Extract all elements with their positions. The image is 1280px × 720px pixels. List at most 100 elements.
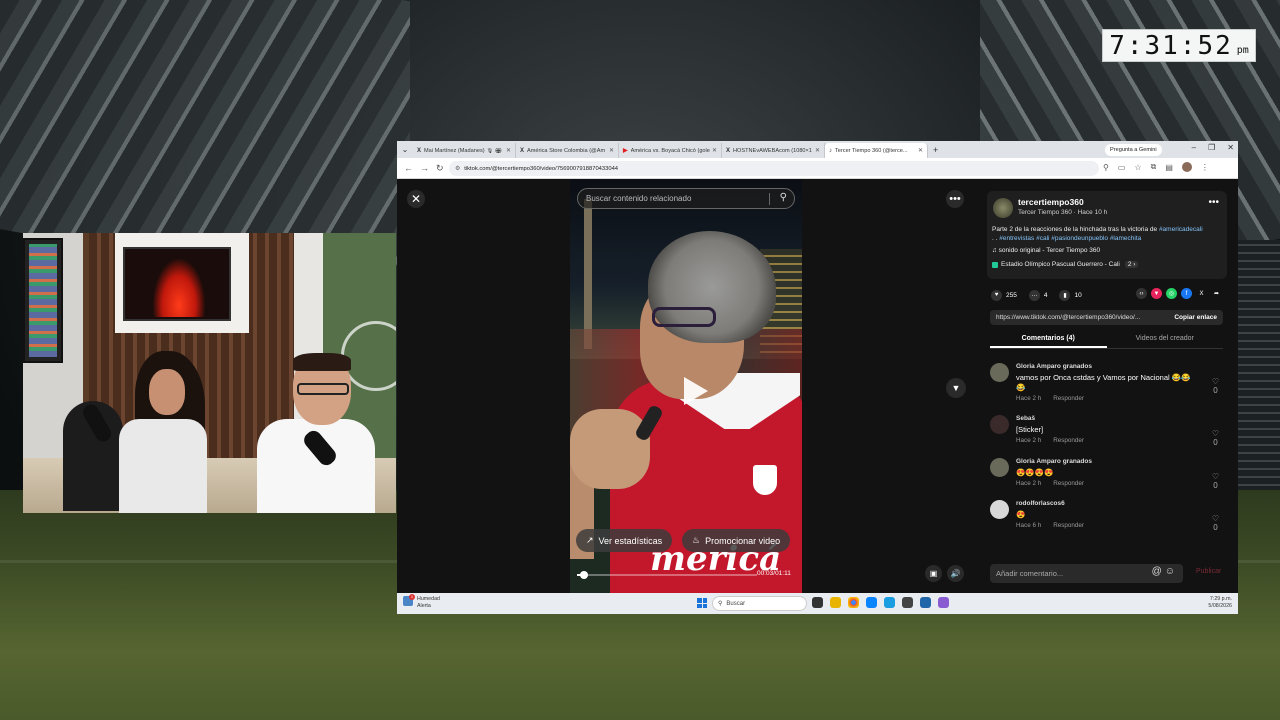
search-input[interactable]: Buscar contenido relacionado ⚲	[577, 188, 795, 209]
hashtags[interactable]: #entrevistas #cali #pasiondeunpueblo #la…	[999, 235, 1141, 242]
back-icon[interactable]: ←	[404, 163, 413, 173]
side-panel: tercertiempo360 Tercer Tiempo 360 · Hace…	[985, 179, 1238, 593]
author-avatar[interactable]	[993, 198, 1013, 218]
new-tab-button[interactable]: +	[933, 145, 938, 155]
comment-input[interactable]: Añadir comentario... @☺	[990, 564, 1183, 583]
notification-badge: 1	[409, 594, 415, 600]
windows-start-icon[interactable]	[697, 598, 707, 608]
facebook-icon[interactable]: f	[1181, 288, 1192, 299]
chrome-icon[interactable]	[848, 597, 859, 608]
stats-button[interactable]: ↗ Ver estadísticas	[576, 529, 673, 552]
repost-icon[interactable]: ▼	[1151, 288, 1162, 299]
sound-link[interactable]: ♫ sonido original - Tercer Tiempo 360	[992, 247, 1100, 254]
address-bar[interactable]: ⚙ tiktok.com/@tercertiempo360/video/7569…	[449, 161, 1099, 176]
mini-player-icon[interactable]: ▣	[925, 565, 942, 582]
maximize-icon[interactable]: ❐	[1208, 143, 1215, 152]
reply-button[interactable]: Responder	[1053, 522, 1084, 529]
comment-meta: Hace 2 h Responder	[1016, 395, 1084, 402]
emoji-icon[interactable]: ☺	[1165, 566, 1178, 577]
comment-like[interactable]: ♡ 0	[1212, 429, 1219, 447]
reload-icon[interactable]: ↻	[436, 163, 444, 174]
weather-widget[interactable]: 1 Humedad Alerta	[403, 594, 440, 609]
tab-3[interactable]: ▶ América vs. Boyacá Chicó (goles ✕	[619, 143, 722, 158]
tab-4[interactable]: X HOSTNEvAWEBAcom (1080×1 ✕	[722, 143, 825, 158]
close-tab-icon[interactable]: ✕	[815, 147, 820, 154]
gemini-button[interactable]: Pregunta a Gemini	[1105, 144, 1162, 156]
location-extra[interactable]: 2 ›	[1124, 261, 1139, 268]
avatar[interactable]	[990, 415, 1009, 434]
minimize-icon[interactable]: –	[1192, 143, 1196, 152]
comment-text: 😍😍😍😍	[1016, 468, 1054, 477]
tab-comments[interactable]: Comentarios (4)	[990, 331, 1107, 348]
close-tab-icon[interactable]: ✕	[918, 147, 923, 154]
app-icon[interactable]	[884, 597, 895, 608]
more-options-icon[interactable]: •••	[946, 190, 964, 208]
x-share-icon[interactable]: X	[1196, 288, 1207, 299]
progress-knob[interactable]	[580, 571, 588, 579]
edge-icon[interactable]	[866, 597, 877, 608]
share-link-field[interactable]: https://www.tiktok.com/@tercertiempo360/…	[990, 310, 1223, 325]
close-tab-icon[interactable]: ✕	[506, 147, 511, 154]
app-icon[interactable]	[920, 597, 931, 608]
hashtag-americadecali[interactable]: #americadecali	[1159, 226, 1203, 233]
comment-button[interactable]: … 4	[1028, 289, 1047, 301]
comment-user[interactable]: Sebaš	[1016, 415, 1035, 422]
menu-icon[interactable]: ⋮	[1201, 163, 1209, 172]
bookmark-star-icon[interactable]: ☆	[1134, 163, 1141, 172]
promote-button[interactable]: ♨ Promocionar video	[682, 529, 791, 552]
forward-icon[interactable]: →	[420, 163, 429, 173]
comment-like[interactable]: ♡ 0	[1212, 377, 1219, 395]
close-tab-icon[interactable]: ✕	[712, 147, 717, 154]
tab-search-icon[interactable]: ⌄	[397, 141, 413, 158]
avatar[interactable]	[990, 458, 1009, 477]
embed-icon[interactable]: ‹›	[1136, 288, 1147, 299]
app-icon[interactable]	[938, 597, 949, 608]
tab-5[interactable]: ♪ Tercer Tiempo 360 (@terce... ✕	[825, 143, 928, 158]
publish-button[interactable]: Publicar	[1196, 568, 1221, 575]
tab-label: Mai Martínez (Madanes) 🎙 🏟	[424, 147, 502, 154]
close-tab-icon[interactable]: ✕	[609, 147, 614, 154]
extensions-icon[interactable]: ⧉	[1151, 162, 1157, 172]
site-info-icon[interactable]: ⚙	[455, 166, 460, 172]
close-icon[interactable]: ✕	[407, 190, 425, 208]
card-more-icon[interactable]: •••	[1208, 197, 1219, 208]
comment-like[interactable]: ♡ 0	[1212, 514, 1219, 532]
avatar[interactable]	[990, 363, 1009, 382]
reply-button[interactable]: Responder	[1053, 437, 1084, 444]
author-handle[interactable]: tercertiempo360	[1018, 197, 1084, 207]
task-view-icon[interactable]	[812, 597, 823, 608]
volume-icon[interactable]: 🔊	[947, 565, 964, 582]
tab-1[interactable]: X Mai Martínez (Madanes) 🎙 🏟 ✕	[413, 143, 516, 158]
whatsapp-icon[interactable]: ◎	[1166, 288, 1177, 299]
comment-user[interactable]: Gloria Amparo granados	[1016, 458, 1092, 465]
tab-2[interactable]: X América Store Colombia (@Am ✕	[516, 143, 619, 158]
reply-button[interactable]: Responder	[1053, 480, 1084, 487]
avatar[interactable]	[990, 500, 1009, 519]
close-window-icon[interactable]: ✕	[1227, 143, 1234, 152]
taskbar-search[interactable]: ⚲ Buscar	[712, 596, 807, 611]
comment-user[interactable]: Gloria Amparo granados	[1016, 363, 1092, 370]
cast-icon[interactable]: ▭	[1118, 163, 1126, 172]
share-arrow-icon[interactable]: ➦	[1211, 288, 1222, 299]
taskbar-clock[interactable]: 7:29 p.m. 5/08/2026	[1208, 596, 1232, 610]
like-button[interactable]: ♥ 255	[991, 289, 1017, 301]
video-progress-bar[interactable]	[577, 571, 757, 579]
copy-link-button[interactable]: Copiar enlace	[1174, 314, 1217, 321]
app-icon[interactable]	[902, 597, 913, 608]
reply-button[interactable]: Responder	[1053, 395, 1084, 402]
mention-icon[interactable]: @	[1152, 566, 1165, 577]
chevron-down-icon[interactable]: ▼	[946, 378, 966, 398]
taskbar-date: 5/08/2026	[1208, 603, 1232, 609]
comment-user[interactable]: rodolforlascos6	[1016, 500, 1065, 507]
save-button[interactable]: ▮ 10	[1059, 289, 1082, 301]
zoom-icon[interactable]: ⚲	[1103, 163, 1109, 172]
profile-avatar[interactable]	[1181, 162, 1192, 172]
search-icon[interactable]: ⚲	[780, 192, 787, 203]
play-icon[interactable]	[674, 373, 710, 409]
sidebar-icon[interactable]: ▤	[1165, 163, 1173, 172]
file-explorer-icon[interactable]	[830, 597, 841, 608]
tab-creator-videos[interactable]: Videos del creador	[1107, 331, 1224, 348]
location-link[interactable]: Estadio Olímpico Pascual Guerrero - Cali…	[992, 261, 1139, 268]
tab-label: HOSTNEvAWEBAcom (1080×1	[733, 147, 812, 154]
comment-like[interactable]: ♡ 0	[1212, 472, 1219, 490]
